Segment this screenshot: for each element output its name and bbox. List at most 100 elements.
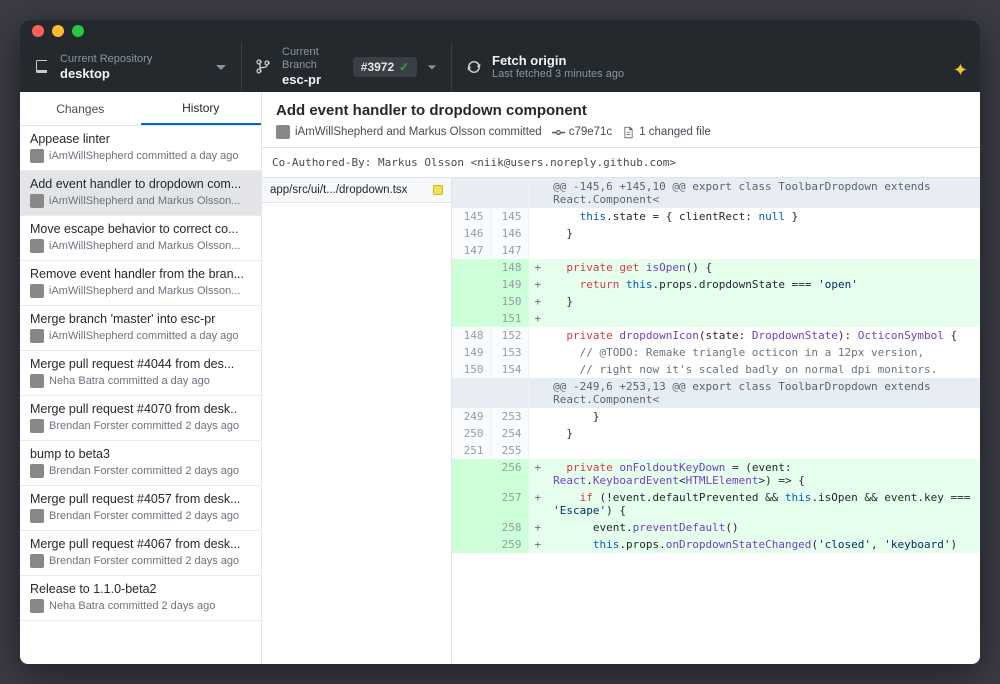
repo-selector[interactable]: Current Repository desktop xyxy=(20,42,242,92)
history-item-title: bump to beta3 xyxy=(30,447,251,461)
avatar xyxy=(30,284,44,298)
app-window: Current Repository desktop Current Branc… xyxy=(20,20,980,664)
sync-icon xyxy=(466,59,482,75)
diff-row: 258+ event.preventDefault() xyxy=(452,519,980,536)
diff-row: 250254 } xyxy=(452,425,980,442)
diff-row: 149+ return this.props.dropdownState ===… xyxy=(452,276,980,293)
diff-row: 147147 xyxy=(452,242,980,259)
diff-row: 145145 this.state = { clientRect: null } xyxy=(452,208,980,225)
history-list[interactable]: Appease linter iAmWillShepherd committed … xyxy=(20,126,261,664)
diff-row: 146146 } xyxy=(452,225,980,242)
history-item-meta: iAmWillShepherd and Markus Olsson... xyxy=(30,239,251,253)
commit-title: Add event handler to dropdown component xyxy=(276,102,966,119)
avatar xyxy=(30,554,44,568)
chevron-down-icon xyxy=(427,61,437,73)
branch-selector[interactable]: Current Branch esc-pr #3972 ✓ xyxy=(242,42,452,92)
history-item-meta: iAmWillShepherd and Markus Olsson... xyxy=(30,284,251,298)
minimize-window-button[interactable] xyxy=(52,25,64,37)
avatar xyxy=(30,599,44,613)
history-item[interactable]: bump to beta3 Brendan Forster committed 2… xyxy=(20,441,261,486)
history-item[interactable]: Merge branch 'master' into esc-priAmWill… xyxy=(20,306,261,351)
history-item-title: Merge branch 'master' into esc-pr xyxy=(30,312,251,326)
co-authored-line: Co-Authored-By: Markus Olsson <niik@user… xyxy=(262,148,980,178)
diff-row: 148152 private dropdownIcon(state: Dropd… xyxy=(452,327,980,344)
history-item-title: Move escape behavior to correct co... xyxy=(30,222,251,236)
diff-row: 150+ } xyxy=(452,293,980,310)
diff-row: 150154 // right now it's scaled badly on… xyxy=(452,361,980,378)
history-item[interactable]: Merge pull request #4070 from desk..Bren… xyxy=(20,396,261,441)
history-item[interactable]: Appease linter iAmWillShepherd committed … xyxy=(20,126,261,171)
commit-body: app/src/ui/t.../dropdown.tsx @@ -145,6 +… xyxy=(262,178,980,664)
repo-value: desktop xyxy=(60,66,152,82)
fetch-label: Fetch origin xyxy=(492,53,624,69)
branch-value: esc-pr xyxy=(282,72,343,88)
tab-history[interactable]: History xyxy=(141,92,262,125)
check-icon: ✓ xyxy=(399,60,409,74)
history-item-title: Add event handler to dropdown com... xyxy=(30,177,251,191)
history-item-title: Remove event handler from the bran... xyxy=(30,267,251,281)
close-window-button[interactable] xyxy=(32,25,44,37)
fetch-sub: Last fetched 3 minutes ago xyxy=(492,68,624,81)
repo-icon xyxy=(34,59,50,75)
avatar xyxy=(30,149,44,163)
zoom-window-button[interactable] xyxy=(72,25,84,37)
avatar xyxy=(30,509,44,523)
history-item-meta: Neha Batra committed 2 days ago xyxy=(30,599,251,613)
avatar xyxy=(30,329,44,343)
diff-pane[interactable]: @@ -145,6 +145,10 @@ export class Toolba… xyxy=(452,178,980,664)
history-item-meta: Brendan Forster committed 2 days ago xyxy=(30,554,251,568)
sparkle-icon: ✦ xyxy=(953,60,968,81)
branch-icon xyxy=(256,59,272,75)
diff-row: 151+ xyxy=(452,310,980,327)
history-item[interactable]: Merge pull request #4044 from des...Neha… xyxy=(20,351,261,396)
tab-changes[interactable]: Changes xyxy=(20,92,141,125)
history-item-title: Appease linter xyxy=(30,132,251,146)
history-item-meta: iAmWillShepherd and Markus Olsson... xyxy=(30,194,251,208)
content: Add event handler to dropdown component … xyxy=(262,92,980,664)
file-diff-icon xyxy=(622,126,635,139)
avatar xyxy=(276,125,290,139)
diff-row: 251255 xyxy=(452,442,980,459)
history-item[interactable]: Merge pull request #4057 from desk... Bre… xyxy=(20,486,261,531)
history-item-meta: iAmWillShepherd committed a day ago xyxy=(30,149,251,163)
sidebar: Changes History Appease linter iAmWillShe… xyxy=(20,92,262,664)
history-item-meta: Brendan Forster committed 2 days ago xyxy=(30,464,251,478)
modified-badge xyxy=(433,185,443,195)
history-item[interactable]: Merge pull request #4067 from desk... Bre… xyxy=(20,531,261,576)
avatar xyxy=(30,194,44,208)
history-item-title: Merge pull request #4057 from desk... xyxy=(30,492,251,506)
fetch-button[interactable]: Fetch origin Last fetched 3 minutes ago xyxy=(452,42,980,92)
history-item[interactable]: Add event handler to dropdown com... iAmW… xyxy=(20,171,261,216)
repo-label: Current Repository xyxy=(60,53,152,66)
history-item[interactable]: Release to 1.1.0-beta2 Neha Batra committ… xyxy=(20,576,261,621)
history-item[interactable]: Remove event handler from the bran... iAm… xyxy=(20,261,261,306)
toolbar: Current Repository desktop Current Branc… xyxy=(20,42,980,92)
commit-sha: c79e71c xyxy=(569,126,612,138)
diff-row: 259+ this.props.onDropdownStateChanged('… xyxy=(452,536,980,553)
mac-titlebar xyxy=(20,20,980,42)
commit-header: Add event handler to dropdown component … xyxy=(262,92,980,148)
file-path: app/src/ui/t.../dropdown.tsx xyxy=(270,184,407,196)
history-item-title: Merge pull request #4067 from desk... xyxy=(30,537,251,551)
history-item-meta: Brendan Forster committed 2 days ago xyxy=(30,509,251,523)
sidebar-tabs: Changes History xyxy=(20,92,261,126)
commit-authors: iAmWillShepherd and Markus Olsson commit… xyxy=(295,126,542,138)
pr-badge: #3972 ✓ xyxy=(353,57,417,77)
main: Changes History Appease linter iAmWillShe… xyxy=(20,92,980,664)
diff-row: 257+ if (!event.defaultPrevented && this… xyxy=(452,489,980,519)
diff-row: 149153 // @TODO: Remake triangle octicon… xyxy=(452,344,980,361)
history-item[interactable]: Move escape behavior to correct co... iAm… xyxy=(20,216,261,261)
history-item-title: Merge pull request #4070 from desk.. xyxy=(30,402,251,416)
file-item[interactable]: app/src/ui/t.../dropdown.tsx xyxy=(262,178,451,203)
chevron-down-icon xyxy=(215,61,227,73)
branch-label: Current Branch xyxy=(282,46,343,72)
history-item-title: Release to 1.1.0-beta2 xyxy=(30,582,251,596)
diff-row: 256+ private onFoldoutKeyDown = (event: … xyxy=(452,459,980,489)
diff-row: @@ -249,6 +253,13 @@ export class Toolba… xyxy=(452,378,980,408)
diff-row: 249253 } xyxy=(452,408,980,425)
changed-files: 1 changed file xyxy=(639,126,711,138)
diff-row: 148+ private get isOpen() { xyxy=(452,259,980,276)
commit-meta-row: iAmWillShepherd and Markus Olsson commit… xyxy=(276,125,966,139)
history-item-meta: Neha Batra committed a day ago xyxy=(30,374,251,388)
avatar xyxy=(30,239,44,253)
